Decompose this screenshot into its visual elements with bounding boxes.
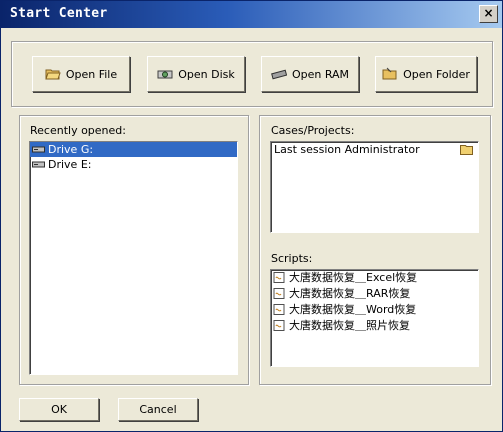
open-folder-label: Open Folder bbox=[403, 67, 470, 81]
cases-label: Cases/Projects: bbox=[271, 124, 355, 137]
list-item-label: 大唐数据恢复＿RAR恢复 bbox=[289, 287, 411, 300]
open-folder-icon bbox=[382, 67, 397, 80]
open-disk-button[interactable]: Open Disk bbox=[147, 56, 245, 92]
scripts-list[interactable]: 大唐数据恢复＿Excel恢复 大唐数据恢复＿RAR恢复 大唐数据恢复＿Word恢… bbox=[270, 269, 479, 367]
open-ram-label: Open RAM bbox=[291, 67, 350, 81]
drive-icon bbox=[32, 161, 45, 168]
list-item-script-photo[interactable]: 大唐数据恢复＿照片恢复 bbox=[271, 318, 478, 334]
script-icon bbox=[273, 288, 285, 299]
script-icon bbox=[273, 304, 285, 315]
ram-icon bbox=[271, 69, 287, 80]
ok-button[interactable]: OK bbox=[19, 398, 99, 421]
open-disk-label: Open Disk bbox=[178, 67, 235, 81]
script-icon bbox=[273, 272, 285, 283]
title-bar: Start Center × bbox=[1, 1, 502, 28]
list-item-label: 大唐数据恢复＿Excel恢复 bbox=[289, 271, 418, 284]
recent-list[interactable]: Drive G: Drive E: bbox=[29, 141, 238, 375]
open-ram-button[interactable]: Open RAM bbox=[261, 56, 359, 92]
list-item-label: 大唐数据恢复＿Word恢复 bbox=[289, 303, 417, 316]
list-item-script-word[interactable]: 大唐数据恢复＿Word恢复 bbox=[271, 302, 478, 318]
script-icon bbox=[273, 320, 285, 331]
list-item-label: Drive E: bbox=[48, 158, 92, 171]
start-center-dialog: Start Center × Open File Open Disk Open … bbox=[0, 0, 503, 432]
open-file-button[interactable]: Open File bbox=[32, 56, 130, 92]
list-item-drive-g[interactable]: Drive G: bbox=[30, 142, 237, 157]
ok-label: OK bbox=[51, 403, 67, 416]
recent-label: Recently opened: bbox=[30, 124, 126, 137]
close-button[interactable]: × bbox=[479, 5, 498, 23]
close-icon: × bbox=[483, 6, 494, 20]
cases-list[interactable]: Last session Administrator bbox=[270, 141, 479, 233]
list-item-last-session[interactable]: Last session Administrator bbox=[271, 142, 478, 157]
folder-icon bbox=[460, 145, 473, 155]
drive-icon bbox=[32, 146, 45, 153]
disk-icon bbox=[157, 70, 173, 79]
open-file-icon bbox=[45, 69, 61, 80]
open-folder-button[interactable]: Open Folder bbox=[375, 56, 477, 92]
list-item-label: Drive G: bbox=[48, 143, 94, 156]
list-item-script-excel[interactable]: 大唐数据恢复＿Excel恢复 bbox=[271, 270, 478, 286]
scripts-label: Scripts: bbox=[271, 252, 313, 265]
cancel-label: Cancel bbox=[139, 403, 177, 416]
list-item-label: Last session Administrator bbox=[274, 143, 420, 156]
list-item-label: 大唐数据恢复＿照片恢复 bbox=[289, 319, 410, 332]
cancel-button[interactable]: Cancel bbox=[118, 398, 198, 421]
open-file-label: Open File bbox=[65, 67, 118, 81]
list-item-drive-e[interactable]: Drive E: bbox=[30, 157, 237, 172]
list-item-script-rar[interactable]: 大唐数据恢复＿RAR恢复 bbox=[271, 286, 478, 302]
window-title: Start Center bbox=[10, 6, 108, 21]
